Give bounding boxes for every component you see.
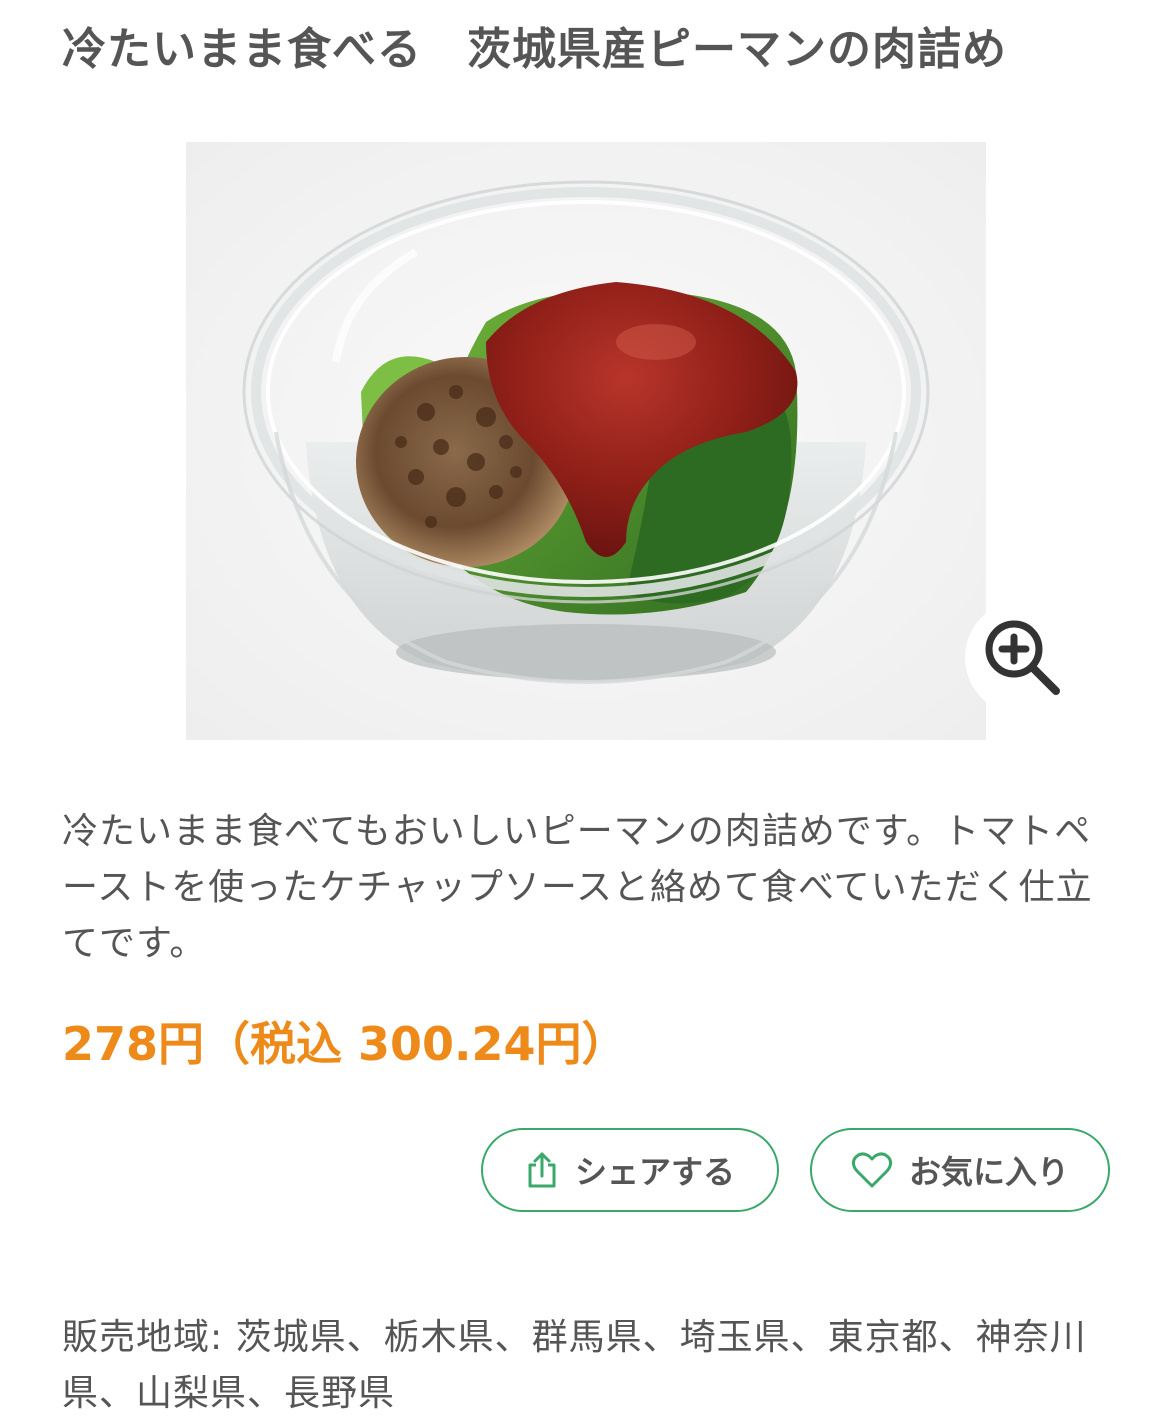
share-button[interactable]: シェアする — [481, 1128, 779, 1212]
zoom-button[interactable] — [965, 600, 1080, 715]
product-title: 冷たいまま食べる 茨城県産ピーマンの肉詰め — [62, 24, 1007, 75]
favorite-button[interactable]: お気に入り — [810, 1128, 1110, 1212]
product-description: 冷たいまま食べてもおいしいピーマンの肉詰めです。トマトペーストを使ったケチャップ… — [62, 811, 1093, 964]
favorite-button-label: お気に入り — [908, 1153, 1069, 1191]
product-image[interactable] — [186, 142, 986, 740]
heart-icon — [851, 1151, 893, 1189]
share-button-label: シェアする — [574, 1153, 735, 1191]
product-price: 278円（税込 300.24円） — [62, 1017, 628, 1071]
product-photo — [186, 142, 986, 740]
sales-region: 販売地域: 茨城県、栃木県、群馬県、埼玉県、東京都、神奈川県、山梨県、長野県 — [62, 1317, 1087, 1414]
zoom-in-icon — [980, 615, 1066, 701]
share-icon — [525, 1150, 559, 1190]
